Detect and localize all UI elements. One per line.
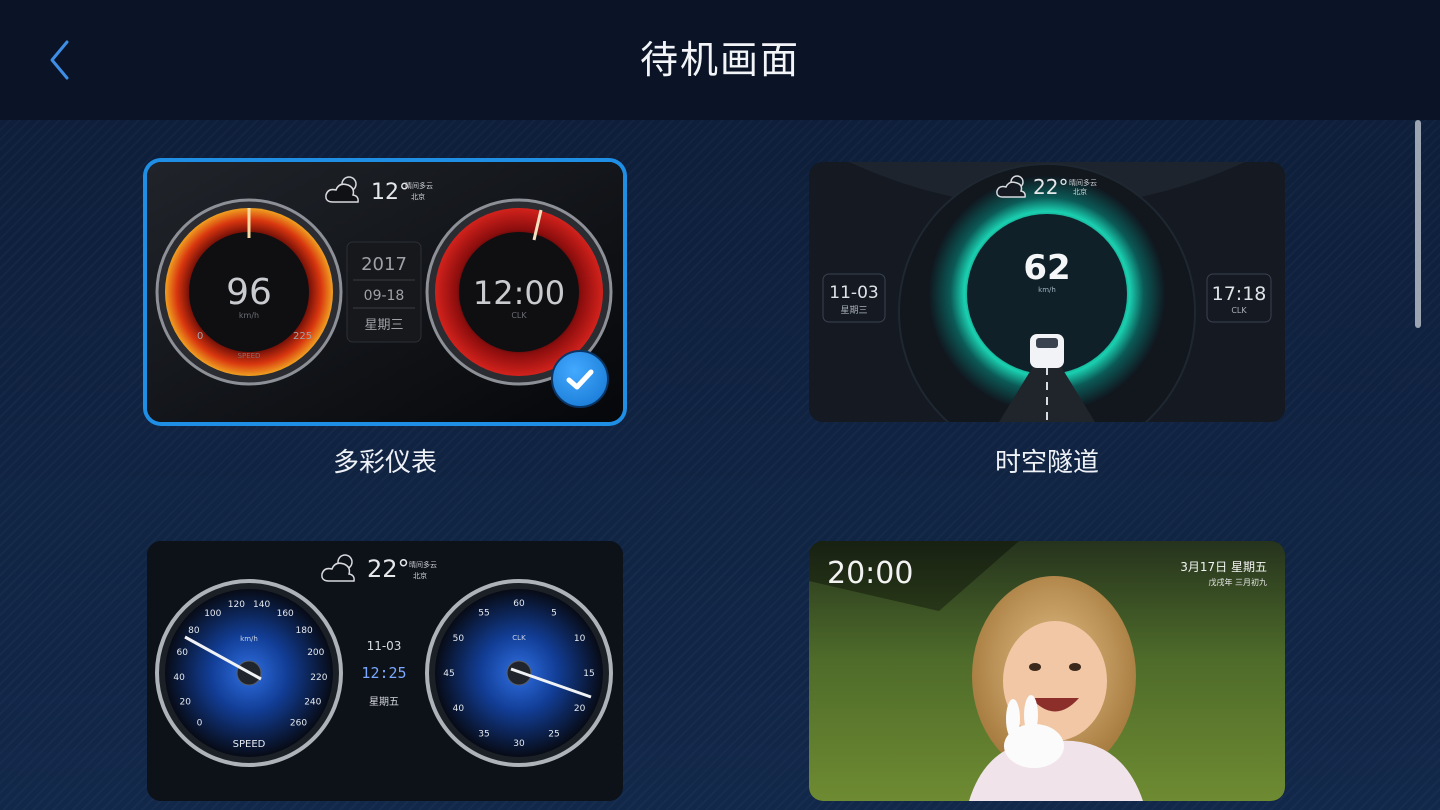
speed-tick-60: 60 xyxy=(176,648,188,658)
speed-value: 96 xyxy=(226,272,272,313)
theme-card-photo[interactable]: 20:00 3月17日 星期五 戊戌年 三月初九 xyxy=(809,541,1285,801)
speed-unit: km/h xyxy=(239,311,259,320)
weekday-text: 星期三 xyxy=(364,318,403,333)
speed-min: 0 xyxy=(197,331,203,342)
speed-tick-120: 120 xyxy=(228,600,245,610)
weekday-text: 星期五 xyxy=(369,696,399,708)
weather-condition: 晴间多云 xyxy=(1069,178,1097,187)
clock-tick-55: 55 xyxy=(478,608,489,618)
speed-tick-100: 100 xyxy=(204,609,221,619)
date-text: 09-18 xyxy=(364,288,405,304)
weekday-text: 星期三 xyxy=(840,305,867,316)
year-text: 2017 xyxy=(361,254,407,275)
checkmark-icon xyxy=(566,369,594,390)
theme-card-colorful-gauge[interactable]: 12° 晴间多云 北京 96 km/h 0 225 SPEED 2017 09-… xyxy=(147,162,623,422)
weather-temperature: 22° xyxy=(1033,175,1068,199)
selected-check-badge xyxy=(551,350,609,408)
clock-tick-25: 25 xyxy=(548,730,559,740)
weather-condition: 晴间多云 xyxy=(409,560,437,569)
clock-time: 20:00 xyxy=(827,556,913,591)
speed-value: 62 xyxy=(1023,248,1070,288)
date-text: 3月17日 星期五 xyxy=(1180,560,1267,574)
clock-label: CLK xyxy=(512,634,526,642)
photo-preview: 20:00 3月17日 星期五 戊戌年 三月初九 xyxy=(809,541,1285,801)
clock-tick-15: 15 xyxy=(583,669,594,679)
header-bar: 待机画面 xyxy=(0,0,1440,120)
speed-label: SPEED xyxy=(233,739,266,750)
page-title: 待机画面 xyxy=(639,38,800,82)
clock-tick-60: 60 xyxy=(513,599,525,609)
speed-max: 225 xyxy=(293,331,312,342)
weather-condition: 晴间多云 xyxy=(405,181,433,190)
clock-tick-20: 20 xyxy=(574,704,586,714)
speed-unit: km/h xyxy=(1038,286,1056,294)
speed-tick-80: 80 xyxy=(188,626,200,636)
speed-tick-160: 160 xyxy=(277,609,294,619)
theme-card-time-tunnel[interactable]: 22° 晴间多云 北京 62 km/h 11-03 星期三 17:18 CLK xyxy=(809,162,1285,422)
date-text: 11-03 xyxy=(829,283,878,303)
clock-tick-50: 50 xyxy=(453,634,465,644)
speed-tick-260: 260 xyxy=(290,719,307,729)
speed-tick-200: 200 xyxy=(307,648,324,658)
date-text: 11-03 xyxy=(367,639,402,653)
speed-tick-180: 180 xyxy=(296,626,313,636)
speed-unit: km/h xyxy=(240,635,258,643)
speed-tick-40: 40 xyxy=(173,673,185,683)
weather-city: 北京 xyxy=(411,192,425,201)
speed-tick-0: 0 xyxy=(197,719,203,729)
weather-temperature: 22° xyxy=(367,555,410,583)
clock-time: 17:18 xyxy=(1212,283,1267,305)
clock-tick-5: 5 xyxy=(551,608,557,618)
weather-city: 北京 xyxy=(1073,187,1087,196)
speed-tick-140: 140 xyxy=(253,600,270,610)
classic-gauge-preview: 22° 晴间多云 北京 km/h SPEED CLK 11-03 12:25 星… xyxy=(147,541,623,801)
clock-tick-30: 30 xyxy=(513,739,525,749)
lunar-date-text: 戊戌年 三月初九 xyxy=(1208,577,1267,587)
speed-tick-20: 20 xyxy=(179,698,191,708)
time-tunnel-preview: 22° 晴间多云 北京 62 km/h 11-03 星期三 17:18 CLK xyxy=(809,162,1285,422)
clock-tick-35: 35 xyxy=(478,730,489,740)
weather-city: 北京 xyxy=(413,571,427,580)
clock-tick-10: 10 xyxy=(574,634,586,644)
scrollbar[interactable] xyxy=(1415,120,1421,328)
clock-tick-40: 40 xyxy=(453,704,465,714)
theme-label-time-tunnel: 时空隧道 xyxy=(994,448,1099,478)
clock-tick-45: 45 xyxy=(443,669,454,679)
digital-time: 12:25 xyxy=(361,664,406,682)
speed-tick-220: 220 xyxy=(310,673,327,683)
theme-card-classic-gauge[interactable]: 22° 晴间多云 北京 km/h SPEED CLK 11-03 12:25 星… xyxy=(147,541,623,801)
speed-tick-240: 240 xyxy=(304,698,321,708)
clock-label: CLK xyxy=(1231,306,1247,315)
theme-label-colorful-gauge: 多彩仪表 xyxy=(332,448,437,478)
clock-label: CLK xyxy=(511,311,527,320)
clock-time: 12:00 xyxy=(473,274,565,312)
speed-label: SPEED xyxy=(238,352,261,360)
